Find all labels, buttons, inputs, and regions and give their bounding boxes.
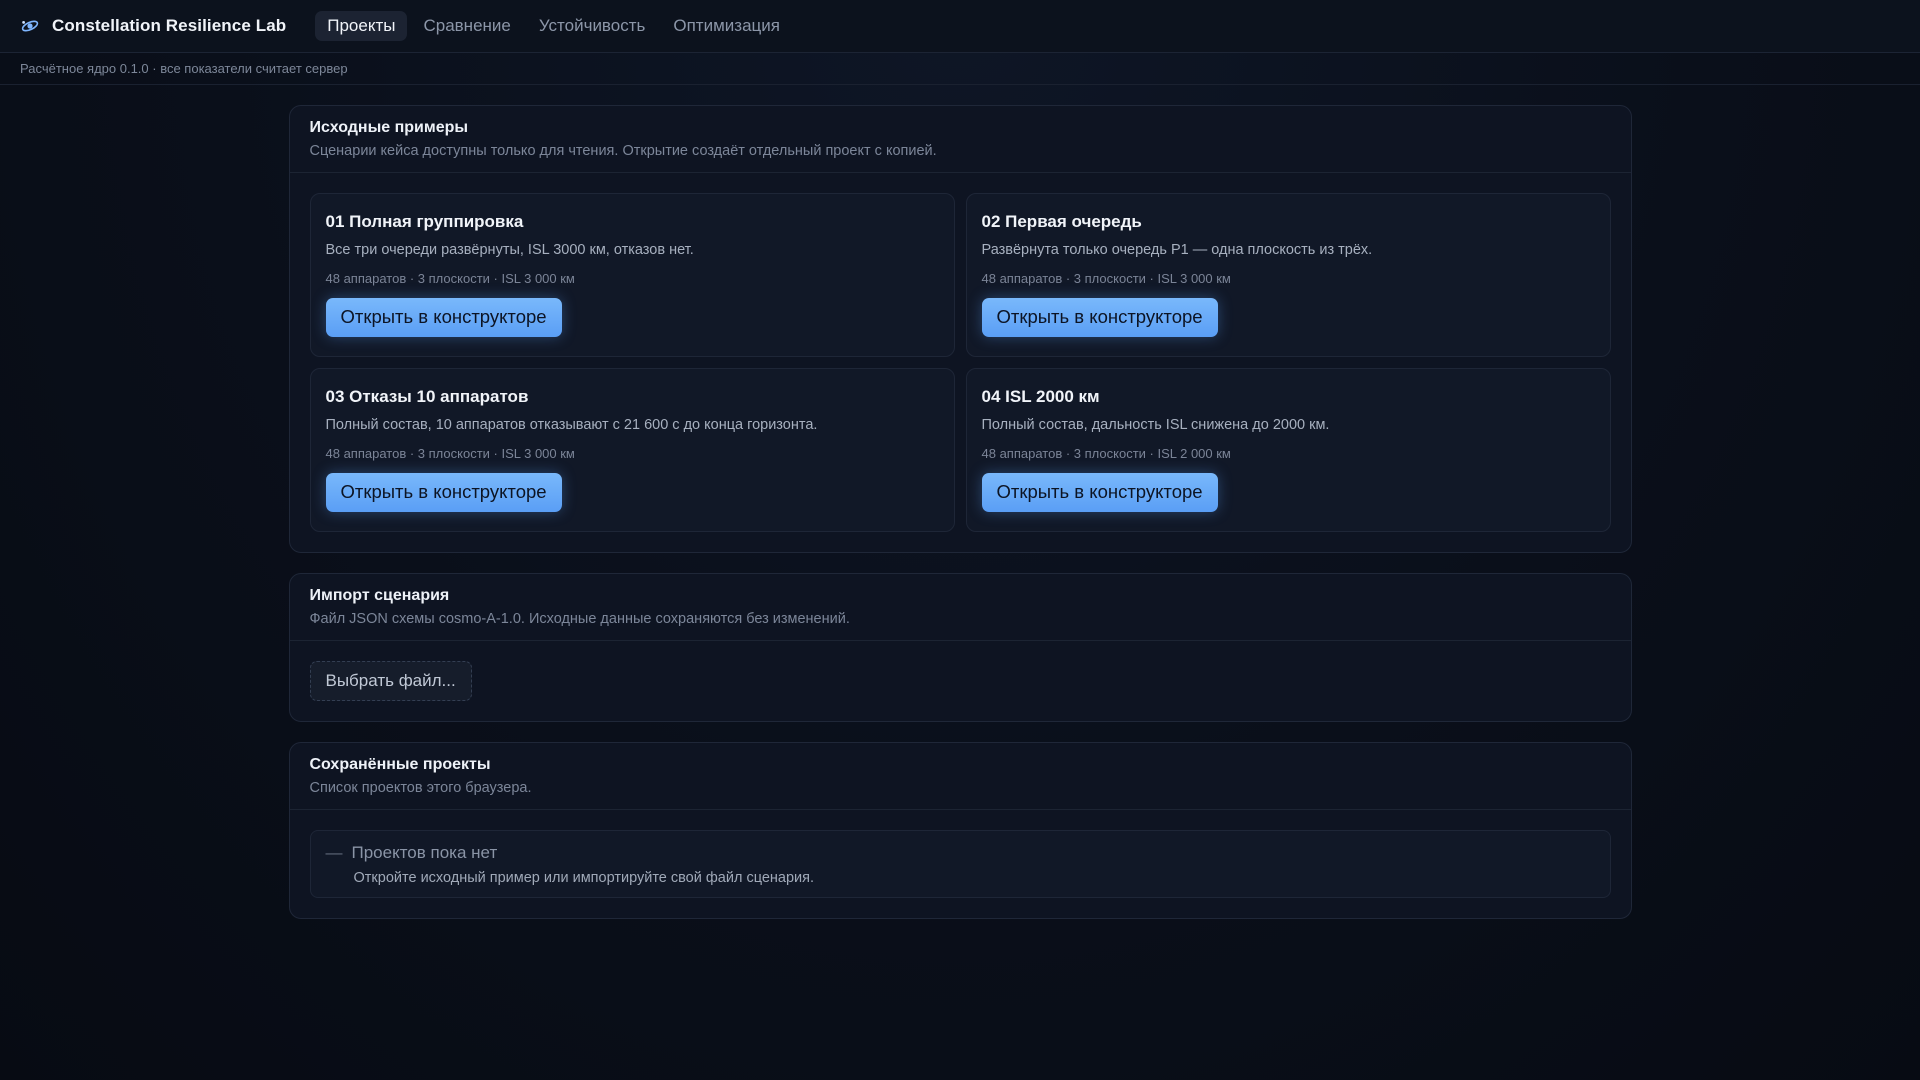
examples-panel: Исходные примеры Сценарии кейса доступны… xyxy=(288,105,1632,553)
main-nav: Проекты Сравнение Устойчивость Оптимизац… xyxy=(315,11,792,41)
example-card: 04 ISL 2000 км Полный состав, дальность … xyxy=(965,368,1611,532)
example-card-title: 01 Полная группировка xyxy=(325,212,524,231)
saved-body: — Проектов пока нет Откройте исходный пр… xyxy=(290,810,1631,918)
saved-header: Сохранённые проекты Список проектов этог… xyxy=(289,743,1631,810)
saved-subtitle: Список проектов этого браузера. xyxy=(309,780,532,796)
example-card-description: Все три очереди развёрнуты, ISL 3000 км,… xyxy=(325,242,694,258)
top-bar: Constellation Resilience Lab Проекты Сра… xyxy=(0,0,1920,53)
brand[interactable]: Constellation Resilience Lab xyxy=(20,16,286,36)
status-bar: Расчётное ядро 0.1.0 · все показатели сч… xyxy=(0,53,1920,85)
example-card-description: Полный состав, 10 аппаратов отказывают с… xyxy=(325,417,818,433)
examples-title: Исходные примеры xyxy=(309,119,469,136)
empty-state: — Проектов пока нет Откройте исходный пр… xyxy=(309,830,1611,898)
example-card-meta: 48 аппаратов · 3 плоскости · ISL 3 000 к… xyxy=(325,446,575,461)
example-card-description: Полный состав, дальность ISL снижена до … xyxy=(981,417,1330,433)
choose-file-button[interactable]: Выбрать файл... xyxy=(309,661,472,701)
tab-optimization[interactable]: Оптимизация xyxy=(661,11,792,41)
example-card-title: 04 ISL 2000 км xyxy=(981,387,1100,406)
examples-subtitle: Сценарии кейса доступны только для чтени… xyxy=(309,143,937,159)
engine-version-text: Расчётное ядро 0.1.0 · все показатели сч… xyxy=(20,61,348,76)
example-card-meta: 48 аппаратов · 3 плоскости · ISL 2 000 к… xyxy=(981,446,1231,461)
example-card: 01 Полная группировка Все три очереди ра… xyxy=(309,193,955,357)
tab-comparison[interactable]: Сравнение xyxy=(411,11,522,41)
examples-grid: 01 Полная группировка Все три очереди ра… xyxy=(309,193,1611,532)
examples-body: 01 Полная группировка Все три очереди ра… xyxy=(290,173,1631,552)
saved-title: Сохранённые проекты xyxy=(309,756,491,773)
empty-state-title: Проектов пока нет xyxy=(351,843,498,862)
example-card-meta: 48 аппаратов · 3 плоскости · ISL 3 000 к… xyxy=(325,271,575,286)
import-header: Импорт сценария Файл JSON схемы cosmo-A-… xyxy=(289,574,1631,641)
examples-header: Исходные примеры Сценарии кейса доступны… xyxy=(289,106,1631,173)
import-subtitle: Файл JSON схемы cosmo-A-1.0. Исходные да… xyxy=(309,611,850,627)
tab-projects[interactable]: Проекты xyxy=(315,11,408,41)
open-in-builder-button[interactable]: Открыть в конструкторе xyxy=(981,298,1218,337)
example-card-title: 03 Отказы 10 аппаратов xyxy=(325,387,529,406)
import-title: Импорт сценария xyxy=(309,587,450,604)
import-panel: Импорт сценария Файл JSON схемы cosmo-A-… xyxy=(288,573,1632,722)
empty-state-heading: — Проектов пока нет xyxy=(326,843,1595,863)
example-card: 02 Первая очередь Развёрнута только очер… xyxy=(965,193,1611,357)
open-in-builder-button[interactable]: Открыть в конструкторе xyxy=(325,298,562,337)
app-title: Constellation Resilience Lab xyxy=(52,16,287,35)
open-in-builder-button[interactable]: Открыть в конструкторе xyxy=(325,473,562,512)
saved-projects-panel: Сохранённые проекты Список проектов этог… xyxy=(288,742,1632,919)
example-card-description: Развёрнута только очередь P1 — одна плос… xyxy=(981,242,1373,258)
main-content: Исходные примеры Сценарии кейса доступны… xyxy=(288,105,1632,919)
example-card-title: 02 Первая очередь xyxy=(981,212,1142,231)
example-card-meta: 48 аппаратов · 3 плоскости · ISL 3 000 к… xyxy=(981,271,1231,286)
open-in-builder-button[interactable]: Открыть в конструкторе xyxy=(981,473,1218,512)
example-card: 03 Отказы 10 аппаратов Полный состав, 10… xyxy=(309,368,955,532)
empty-state-hint: Откройте исходный пример или импортируйт… xyxy=(353,870,815,886)
orbit-icon xyxy=(20,16,40,36)
tab-resilience[interactable]: Устойчивость xyxy=(527,11,658,41)
import-body: Выбрать файл... xyxy=(290,641,1631,721)
dash-icon: — xyxy=(325,843,343,862)
